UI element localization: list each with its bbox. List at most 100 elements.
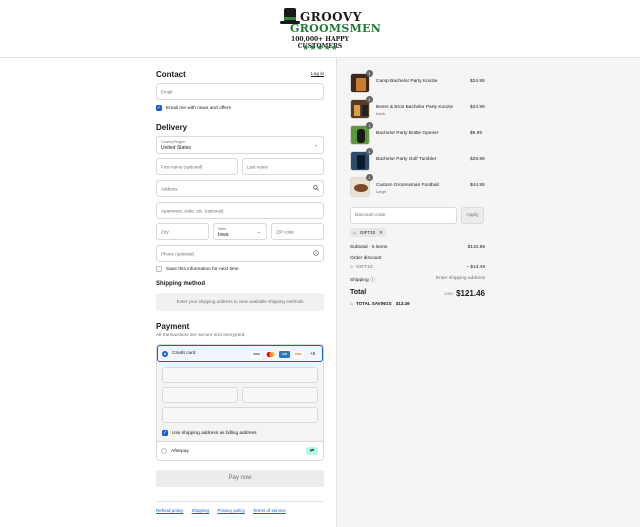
billing-same-label: Use shipping address as billing address <box>172 431 257 436</box>
discover-icon: DISC <box>293 351 304 358</box>
shipping-link[interactable]: Shipping <box>192 508 210 513</box>
state-select[interactable]: State Iowa ⌄ <box>213 223 267 240</box>
afterpay-label: Afterpay <box>171 449 189 454</box>
total-row: Total USD $121.46 <box>350 289 485 301</box>
search-icon <box>313 184 319 193</box>
discount-code-input[interactable]: Discount code <box>350 207 457 224</box>
email-placeholder: Email <box>161 89 173 94</box>
tag-icon: ⌂ <box>350 265 353 270</box>
afterpay-radio[interactable] <box>161 448 167 454</box>
quantity-badge: 1 <box>366 70 373 77</box>
billing-same-checkbox[interactable]: ✓ <box>162 430 168 436</box>
email-field[interactable]: Email <box>156 83 324 100</box>
discount-code: GIFT10 <box>356 265 373 270</box>
site-header: GROOVY GROOMSMEN 100,000+ HAPPY CUSTOMER… <box>0 0 640 58</box>
city-field[interactable]: City <box>156 223 209 240</box>
line-item: 1 Beers & Bros Bachelor Party Koozie bla… <box>350 96 485 119</box>
apartment-placeholder: Apartment, suite, etc. (optional) <box>161 208 224 213</box>
item-price: $9.99 <box>470 131 483 136</box>
brand-logo[interactable]: GROOVY GROOMSMEN 100,000+ HAPPY CUSTOMER… <box>270 5 381 52</box>
save-info-checkbox[interactable] <box>156 266 162 272</box>
afterpay-icon: ⇄ <box>306 447 318 455</box>
credit-card-label: Credit card <box>172 351 196 356</box>
zip-placeholder: ZIP code <box>276 229 294 234</box>
discount-value: – $13.49 <box>466 265 485 270</box>
payment-methods: Credit card VISA AM DISC +5 ✓ Use shippi… <box>156 344 324 461</box>
remove-discount-icon[interactable]: ✕ <box>379 228 383 237</box>
shipping-row: Shipping ⓘ Enter shipping address <box>350 276 485 283</box>
amex-icon: AM <box>279 351 290 358</box>
savings-value: $13.49 <box>395 301 410 306</box>
line-item: 1 Bachelor Party Bottle Opener $9.99 <box>350 122 485 145</box>
credit-card-radio[interactable] <box>162 351 168 357</box>
shipping-label: Shipping <box>350 278 369 283</box>
item-name: Camp Bachelor Party Koozie <box>376 79 438 84</box>
shipping-method-heading: Shipping method <box>156 281 205 287</box>
checkout-form: Contact Log in Email ✓ Email me with new… <box>0 58 336 527</box>
country-select[interactable]: Country/Region United States ⌄ <box>156 136 324 154</box>
refund-policy-link[interactable]: Refund policy <box>156 508 183 513</box>
shipping-value: Enter shipping address <box>435 276 485 281</box>
first-name-field[interactable]: First name (optional) <box>156 158 238 175</box>
state-value: Iowa <box>218 232 229 238</box>
order-summary: 1 Camp Bachelor Party Koozie $24.99 1 Be… <box>336 58 640 527</box>
email-news-label: Email me with news and offers <box>166 106 231 111</box>
email-news-checkbox[interactable]: ✓ <box>156 105 162 111</box>
last-name-placeholder: Last name <box>247 164 269 169</box>
total-savings-row: ⌂ TOTAL SAVINGS $13.49 <box>350 301 485 306</box>
contact-heading: Contact <box>156 70 186 79</box>
pay-now-button[interactable]: Pay now <box>156 470 324 487</box>
login-link[interactable]: Log in <box>311 72 324 77</box>
card-name-field[interactable] <box>162 407 318 423</box>
item-price: $29.99 <box>470 157 485 162</box>
last-name-field[interactable]: Last name <box>242 158 324 175</box>
line-item: 1 Bachelor Party Golf Tumbler $29.99 <box>350 148 485 171</box>
apartment-field[interactable]: Apartment, suite, etc. (optional) <box>156 202 324 219</box>
more-cards-count: +5 <box>310 351 316 356</box>
quantity-badge: 1 <box>366 96 373 103</box>
currency-code: USD <box>444 291 453 296</box>
city-placeholder: City <box>161 229 169 234</box>
item-price: $44.99 <box>470 183 485 188</box>
discount-row: ⌂ GIFT10 – $13.49 <box>350 265 485 270</box>
credit-card-option[interactable]: Credit card VISA AM DISC +5 <box>157 345 323 362</box>
item-variant: Large <box>376 189 387 194</box>
item-price: $24.99 <box>470 105 485 110</box>
item-name: Custom Groomsman Football <box>376 183 439 188</box>
brand-name-line2: GROOMSMEN <box>290 22 382 35</box>
tag-icon: ⌂ <box>353 230 356 235</box>
save-info-label: Save this information for next time <box>166 267 239 272</box>
line-item: 1 Camp Bachelor Party Koozie $24.99 <box>350 70 485 93</box>
quantity-badge: 1 <box>366 148 373 155</box>
item-name: Bachelor Party Golf Tumbler <box>376 157 437 162</box>
phone-field[interactable]: Phone (optional) ? <box>156 245 324 262</box>
help-circle-icon[interactable]: ⓘ <box>370 278 375 283</box>
total-value: $121.46 <box>456 289 485 298</box>
rating-stars-icon: ★★★★★ <box>302 43 338 52</box>
total-label: Total <box>350 289 367 296</box>
quantity-badge: 1 <box>366 174 373 181</box>
apply-button[interactable]: Apply <box>461 207 484 224</box>
country-value: United States <box>161 145 192 151</box>
privacy-policy-link[interactable]: Privacy policy <box>217 508 245 513</box>
afterpay-option[interactable]: Afterpay ⇄ <box>157 441 323 460</box>
subtotal-row: Subtotal · 5 items $134.95 <box>350 245 485 250</box>
card-number-field[interactable] <box>162 367 318 383</box>
first-name-placeholder: First name (optional) <box>161 164 203 169</box>
discount-placeholder: Discount code <box>355 213 386 218</box>
visa-icon: VISA <box>251 351 262 358</box>
zip-field[interactable]: ZIP code <box>271 223 324 240</box>
terms-link[interactable]: Terms of service <box>253 508 286 513</box>
address-placeholder: Address <box>161 186 178 191</box>
delivery-heading: Delivery <box>156 123 188 132</box>
subtotal-label: Subtotal · 5 items <box>350 245 388 250</box>
help-circle-icon[interactable]: ? <box>313 249 319 258</box>
address-field[interactable]: Address <box>156 180 324 197</box>
card-cvv-field[interactable] <box>242 387 318 403</box>
order-discount-label: Order discount <box>350 256 382 261</box>
item-name: Bachelor Party Bottle Opener <box>376 131 439 136</box>
subtotal-value: $134.95 <box>467 245 485 250</box>
quantity-badge: 1 <box>366 122 373 129</box>
svg-text:?: ? <box>315 251 317 255</box>
card-expiry-field[interactable] <box>162 387 238 403</box>
